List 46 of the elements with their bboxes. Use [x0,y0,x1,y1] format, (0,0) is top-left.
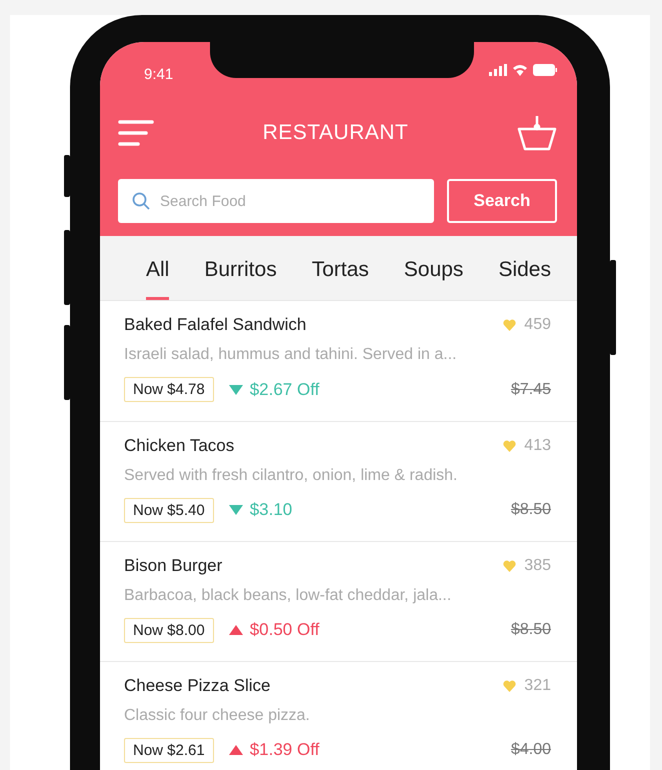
battery-icon [533,64,557,76]
heart-icon [503,319,516,332]
heart-icon [503,560,516,572]
food-description: Israeli salad, hummus and tahini. Served in a... [124,346,458,364]
food-description: Served with fresh cilantro, onion, lime & radish. [124,466,458,485]
discount-amount: $1.39 Off [250,740,320,760]
like-count: 321 [524,676,551,695]
search-field[interactable]: Search Food [118,179,434,223]
category-tab[interactable]: All [146,258,170,300]
food-item[interactable]: Baked Falafel Sandwich 459 Israeli salad, hummus and tahini. Served in a... Now $4.78 $2.67 Off $7.45 [100,301,577,422]
food-item[interactable]: Chicken Tacos 413 Served with fresh cilantro, onion, lime & radish. Now $5.40 $3.10 $8.50 [100,422,577,542]
category-tab[interactable]: Burritos [204,258,277,300]
food-name: Cheese Pizza Slice [124,676,272,696]
food-description: Barbacoa, black beans, low-fat cheddar, jala... [124,586,452,605]
old-price: $7.45 [510,380,551,399]
like-count: 385 [524,556,551,575]
current-price: Now $4.78 [124,377,214,402]
food-name: Chicken Tacos [124,436,236,456]
app-title: RESTAURANT [262,121,408,145]
food-item[interactable]: Bison Burger 385 Barbacoa, black beans, low-fat cheddar, jala... Now $8.00 $0.50 Off $8.50 [100,542,577,662]
old-price: $8.50 [510,501,551,520]
food-name: Bison Burger [124,556,224,576]
food-description: Classic four cheese pizza. [124,706,311,725]
food-item[interactable]: Cheese Pizza Slice 321 Classic four cheese pizza. Now $2.61 $1.39 Off $4.00 [100,662,577,770]
discount-amount: $3.10 [250,500,294,520]
category-tab[interactable]: Soups [404,258,464,300]
wifi-icon [512,64,528,76]
current-price: Now $5.40 [124,498,214,523]
discount-amount: $2.67 Off [250,380,320,400]
discount-amount: $0.50 Off [250,620,320,640]
signal-icon [489,64,507,76]
search-icon [132,192,150,210]
old-price: $8.50 [510,621,551,640]
like-count: 413 [524,436,551,455]
food-name: Baked Falafel Sandwich [124,315,308,336]
current-price: Now $8.00 [124,618,214,643]
menu-icon[interactable] [118,120,154,146]
category-tab[interactable]: Sides [498,258,551,300]
like-count: 459 [524,316,551,334]
status-time: 9:41 [143,65,174,83]
old-price: $4.00 [510,741,551,760]
current-price: Now $2.61 [124,738,214,763]
basket-icon[interactable] [516,115,557,151]
category-tab[interactable]: Tortas [312,258,369,300]
heart-icon [503,680,516,692]
heart-icon [503,440,516,452]
